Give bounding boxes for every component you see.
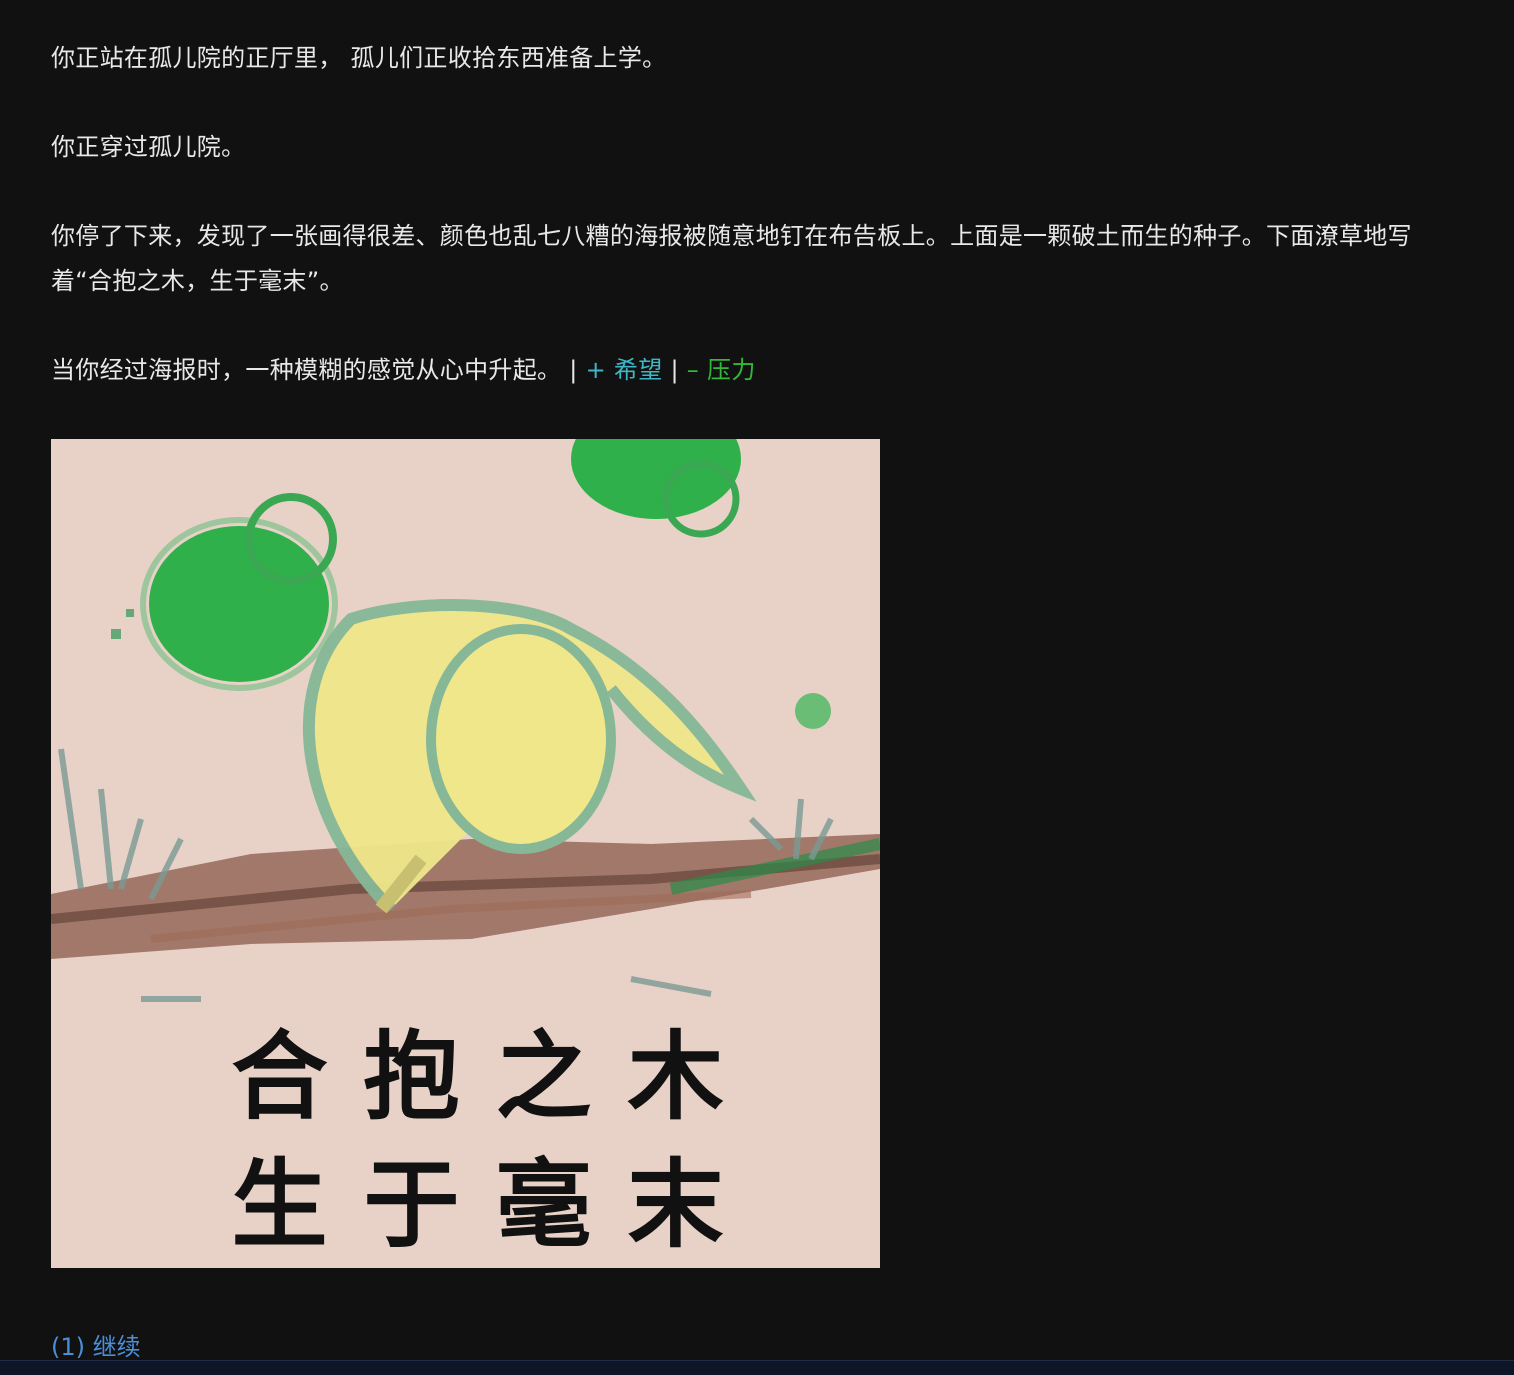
story-paragraph: 你正站在孤儿院的正厅里， 孤儿们正收拾东西准备上学。 — [51, 44, 667, 72]
poster-slogan-line1: 合抱之木 — [231, 1021, 760, 1133]
story-paragraph: 你正穿过孤儿院。 — [51, 133, 246, 161]
stat-stress-change: – 压力 — [686, 356, 756, 384]
bottom-bar — [0, 1360, 1514, 1375]
stat-hope-change: + 希望 — [585, 356, 663, 384]
story-paragraph-text: 当你经过海报时，一种模糊的感觉从心中升起。 — [51, 356, 562, 384]
seed-poster-drawing — [51, 439, 880, 1268]
stat-separator: | — [670, 356, 679, 384]
poster-slogan-line2: 生于毫末 — [231, 1149, 760, 1261]
story-paragraph-stats: 当你经过海报时，一种模糊的感觉从心中升起。 | + 希望 | – 压力 — [51, 348, 1451, 393]
choice-continue-button[interactable]: (1) 继续 — [51, 1330, 141, 1364]
seed-poster-image: 合抱之木 生于毫末 — [51, 439, 880, 1268]
stat-separator: | — [569, 356, 578, 384]
story-text: 你正站在孤儿院的正厅里， 孤儿们正收拾东西准备上学。 你正穿过孤儿院。 你停了下… — [51, 36, 1451, 437]
story-paragraph: 你停了下来，发现了一张画得很差、颜色也乱七八糟的海报被随意地钉在布告板上。上面是… — [51, 222, 1412, 295]
